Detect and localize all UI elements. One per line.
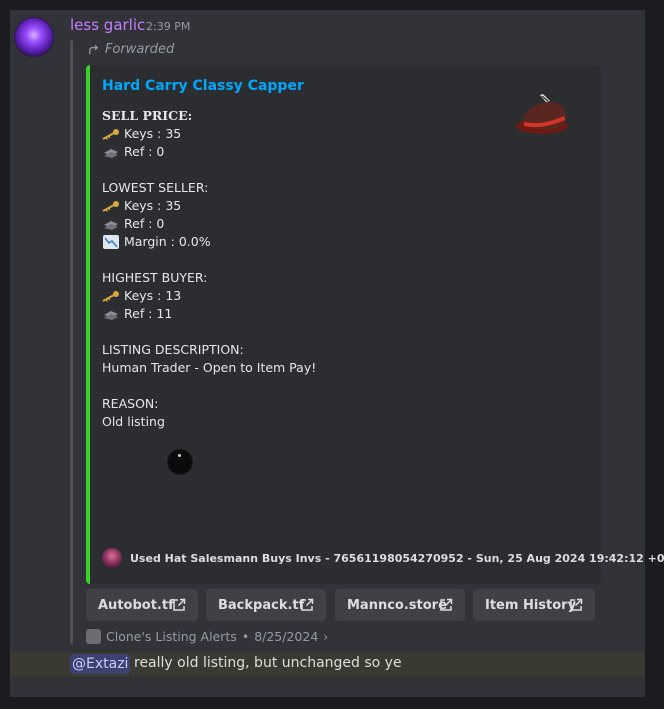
- forwarded-label: Forwarded: [105, 42, 175, 57]
- sell-ref: Ref : 0: [102, 143, 316, 161]
- key-icon: [102, 291, 119, 302]
- highest-keys: Keys : 13: [102, 287, 316, 305]
- key-icon: [102, 129, 119, 140]
- chart-decreasing-icon: [103, 235, 119, 249]
- lowest-keys: Keys : 35: [102, 197, 316, 215]
- external-link-icon: [301, 598, 314, 611]
- reason-text: Old listing: [102, 414, 165, 429]
- reason-heading: REASON:: [102, 396, 159, 411]
- source-separator: •: [241, 629, 250, 644]
- embed-footer: Used Hat Salesmann Buys Invs - 765611980…: [130, 552, 664, 565]
- backpack-button-label: Backpack.tf: [218, 597, 305, 613]
- user-mention[interactable]: @Extazi: [70, 654, 131, 674]
- message-timestamp: 2:39 PM: [146, 20, 191, 33]
- backpack-link-button[interactable]: Backpack.tf: [206, 589, 326, 621]
- forward-arrow-icon: [89, 44, 99, 55]
- autobot-button-label: Autobot.tf: [98, 597, 174, 613]
- author-avatar[interactable]: [14, 17, 54, 57]
- metal-icon: [104, 149, 118, 158]
- external-link-icon: [570, 598, 583, 611]
- forwarded-indicator: Forwarded: [87, 42, 174, 57]
- footer-avatar: [102, 548, 122, 568]
- highest-ref: Ref : 11: [102, 305, 316, 323]
- listing-description-text: Human Trader - Open to Item Pay!: [102, 360, 317, 375]
- lowest-ref: Ref : 0: [102, 215, 316, 233]
- sell-price-heading: SELL PRICE:: [102, 108, 193, 123]
- key-icon: [102, 201, 119, 212]
- bomb-image-icon: [168, 450, 192, 474]
- lowest-seller-heading: LOWEST SELLER:: [102, 180, 209, 195]
- external-link-icon: [173, 598, 186, 611]
- source-date: 8/25/2024: [254, 629, 319, 644]
- autobot-link-button[interactable]: Autobot.tf: [86, 589, 198, 621]
- reply-message-text: really old listing, but unchanged so ye: [134, 655, 402, 671]
- chevron-right-icon: ›: [323, 629, 329, 644]
- metal-icon: [104, 221, 118, 230]
- source-channel: Clone's Listing Alerts: [106, 629, 237, 644]
- server-icon: [86, 629, 101, 644]
- author-name[interactable]: less garlic: [70, 16, 145, 34]
- sell-keys: Keys : 35: [102, 125, 316, 143]
- mannco-button-label: Mannco.store: [347, 597, 447, 613]
- window-top-strip: [0, 0, 664, 10]
- embed-fields: SELL PRICE: Keys : 35 Ref : 0 LOWEST SEL…: [102, 107, 316, 431]
- item-history-link-button[interactable]: Item History: [473, 589, 595, 621]
- embed-title-link[interactable]: Hard Carry Classy Capper: [102, 78, 304, 94]
- item-history-button-label: Item History: [485, 597, 577, 613]
- external-link-icon: [440, 598, 453, 611]
- highest-buyer-heading: HIGHEST BUYER:: [102, 270, 208, 285]
- margin-row: Margin : 0.0%: [102, 233, 316, 251]
- listing-description-heading: LISTING DESCRIPTION:: [102, 342, 244, 357]
- forward-bar: [70, 40, 73, 644]
- metal-icon: [104, 311, 118, 320]
- forward-source[interactable]: Clone's Listing Alerts • 8/25/2024 ›: [86, 629, 328, 644]
- hat-thumbnail-icon[interactable]: [512, 92, 576, 140]
- mannco-link-button[interactable]: Mannco.store: [335, 589, 465, 621]
